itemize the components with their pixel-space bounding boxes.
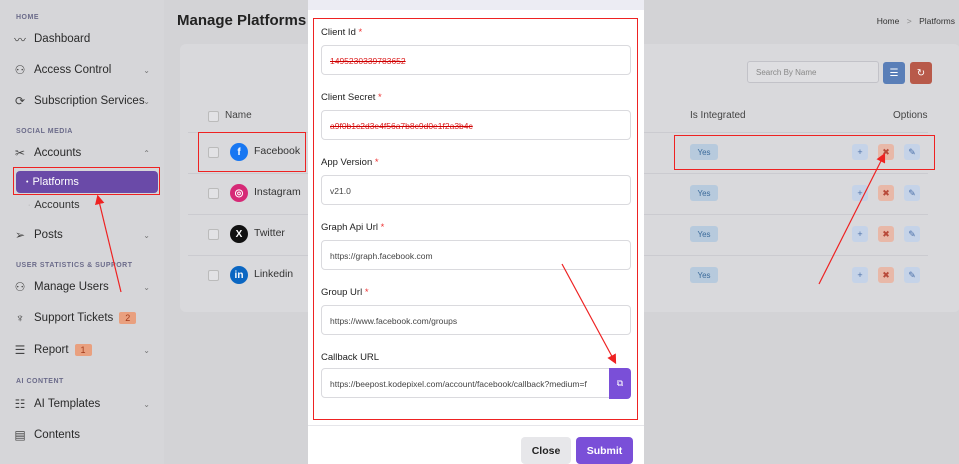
sidebar-item-dashboard[interactable]: 〰 Dashboard	[12, 28, 158, 50]
annotation-box-facebook	[198, 132, 306, 172]
sidebar-item-label: Support Tickets	[34, 312, 114, 324]
sidebar-item-label: Accounts	[34, 199, 80, 211]
sidebar: HOME 〰 Dashboard ⚇ Access Control ⌄ ⟳ Su…	[0, 0, 164, 464]
reset-button[interactable]: ↻	[910, 62, 932, 84]
refresh-icon: ↻	[916, 67, 926, 79]
edit-option-button[interactable]: ✎	[904, 185, 920, 201]
sliders-icon: ☷	[14, 397, 26, 411]
sidebar-item-label: Report	[34, 344, 69, 356]
breadcrumb: Home > Platforms	[877, 16, 955, 26]
platform-name: Linkedin	[254, 268, 294, 280]
report-icon: ☰	[14, 343, 26, 357]
sidebar-item-label: Subscription Services	[34, 95, 145, 107]
annotation-box-platforms	[13, 167, 160, 195]
add-option-button[interactable]: +	[852, 185, 868, 201]
row-checkbox[interactable]	[208, 270, 219, 281]
edit-option-button[interactable]: ✎	[904, 267, 920, 283]
sidebar-item-accounts[interactable]: ✂ Accounts ⌃	[12, 142, 158, 164]
chevron-down-icon: ⌄	[143, 399, 150, 409]
sidebar-item-manage-users[interactable]: ⚇ Manage Users ⌄	[12, 276, 158, 298]
column-header-options: Options	[893, 110, 928, 121]
platform-name: Twitter	[254, 227, 285, 239]
annotation-box-modal	[313, 18, 638, 420]
ticket-icon: ♆	[15, 311, 25, 325]
sidebar-item-label: Posts	[34, 229, 63, 241]
breadcrumb-current: Platforms	[919, 16, 955, 26]
column-header-integrated: Is Integrated	[690, 110, 746, 121]
filter-button[interactable]: ☰	[883, 62, 905, 84]
settings-option-button[interactable]: ✖	[878, 226, 894, 242]
sidebar-subitem-accounts[interactable]: · Accounts	[16, 194, 158, 216]
search-input[interactable]: Search By Name	[747, 61, 879, 83]
settings-option-button[interactable]: ✖	[878, 267, 894, 283]
submit-button[interactable]: Submit	[576, 437, 633, 464]
sidebar-item-posts[interactable]: ➢ Posts ⌄	[12, 224, 158, 246]
sidebar-item-report[interactable]: ☰ Report 1 ⌄	[12, 339, 158, 361]
section-home-label: HOME	[16, 14, 39, 21]
section-stats-label: USER STATISTICS & SUPPORT	[16, 262, 133, 269]
filter-icon: ☰	[889, 67, 899, 79]
sidebar-item-label: AI Templates	[34, 398, 101, 410]
chevron-down-icon: ⌄	[143, 96, 150, 106]
chevron-down-icon: ⌄	[143, 65, 150, 75]
chevron-up-icon: ⌃	[143, 148, 150, 158]
column-header-name: Name	[225, 110, 252, 121]
chevron-down-icon: ⌄	[143, 230, 150, 240]
platform-logo-icon: X	[230, 225, 248, 243]
integrated-badge: Yes	[690, 185, 718, 201]
settings-option-button[interactable]: ✖	[878, 185, 894, 201]
users-icon: ⚇	[14, 280, 26, 294]
sidebar-item-contents[interactable]: ▤ Contents	[12, 424, 158, 446]
add-option-button[interactable]: +	[852, 267, 868, 283]
breadcrumb-home[interactable]: Home	[877, 16, 900, 26]
send-icon: ➢	[14, 228, 26, 242]
modal-header-strip	[308, 0, 644, 10]
add-option-button[interactable]: +	[852, 226, 868, 242]
section-social-label: SOCIAL MEDIA	[16, 128, 73, 135]
annotation-box-options	[674, 135, 935, 170]
integrated-badge: Yes	[690, 267, 718, 283]
support-count-badge: 2	[119, 312, 137, 324]
tools-icon: ✂	[14, 146, 26, 160]
breadcrumb-separator: >	[906, 16, 912, 26]
dashboard-icon: 〰	[13, 32, 26, 47]
platform-name: Instagram	[254, 186, 301, 198]
sidebar-item-subscription[interactable]: ⟳ Subscription Services ⌄	[12, 90, 158, 112]
sidebar-item-access-control[interactable]: ⚇ Access Control ⌄	[12, 59, 158, 81]
sidebar-item-label: Dashboard	[34, 33, 91, 45]
select-all-checkbox[interactable]	[208, 111, 219, 122]
row-checkbox[interactable]	[208, 229, 219, 240]
sidebar-item-label: Accounts	[34, 147, 82, 159]
modal-footer-divider	[308, 425, 644, 426]
close-button[interactable]: Close	[521, 437, 571, 464]
edit-option-button[interactable]: ✎	[904, 226, 920, 242]
sidebar-item-label: Contents	[34, 429, 81, 441]
bullet-icon: ·	[28, 201, 31, 209]
refresh-icon: ⟳	[14, 94, 26, 108]
row-checkbox[interactable]	[208, 188, 219, 199]
sidebar-item-label: Manage Users	[34, 281, 109, 293]
page-title: Manage Platforms	[177, 12, 307, 29]
report-count-badge: 1	[74, 344, 92, 356]
platform-logo-icon: in	[230, 266, 248, 284]
integrated-badge: Yes	[690, 226, 718, 242]
users-key-icon: ⚇	[14, 63, 26, 77]
chevron-down-icon: ⌄	[143, 345, 150, 355]
sidebar-item-label: Access Control	[34, 64, 112, 76]
platform-logo-icon: ◎	[230, 184, 248, 202]
section-ai-label: AI CONTENT	[16, 378, 64, 385]
chevron-down-icon: ⌄	[143, 282, 150, 292]
sidebar-item-ai-templates[interactable]: ☷ AI Templates ⌄	[12, 393, 158, 415]
document-icon: ▤	[14, 428, 26, 442]
sidebar-item-support-tickets[interactable]: ♆ Support Tickets 2	[12, 307, 158, 329]
